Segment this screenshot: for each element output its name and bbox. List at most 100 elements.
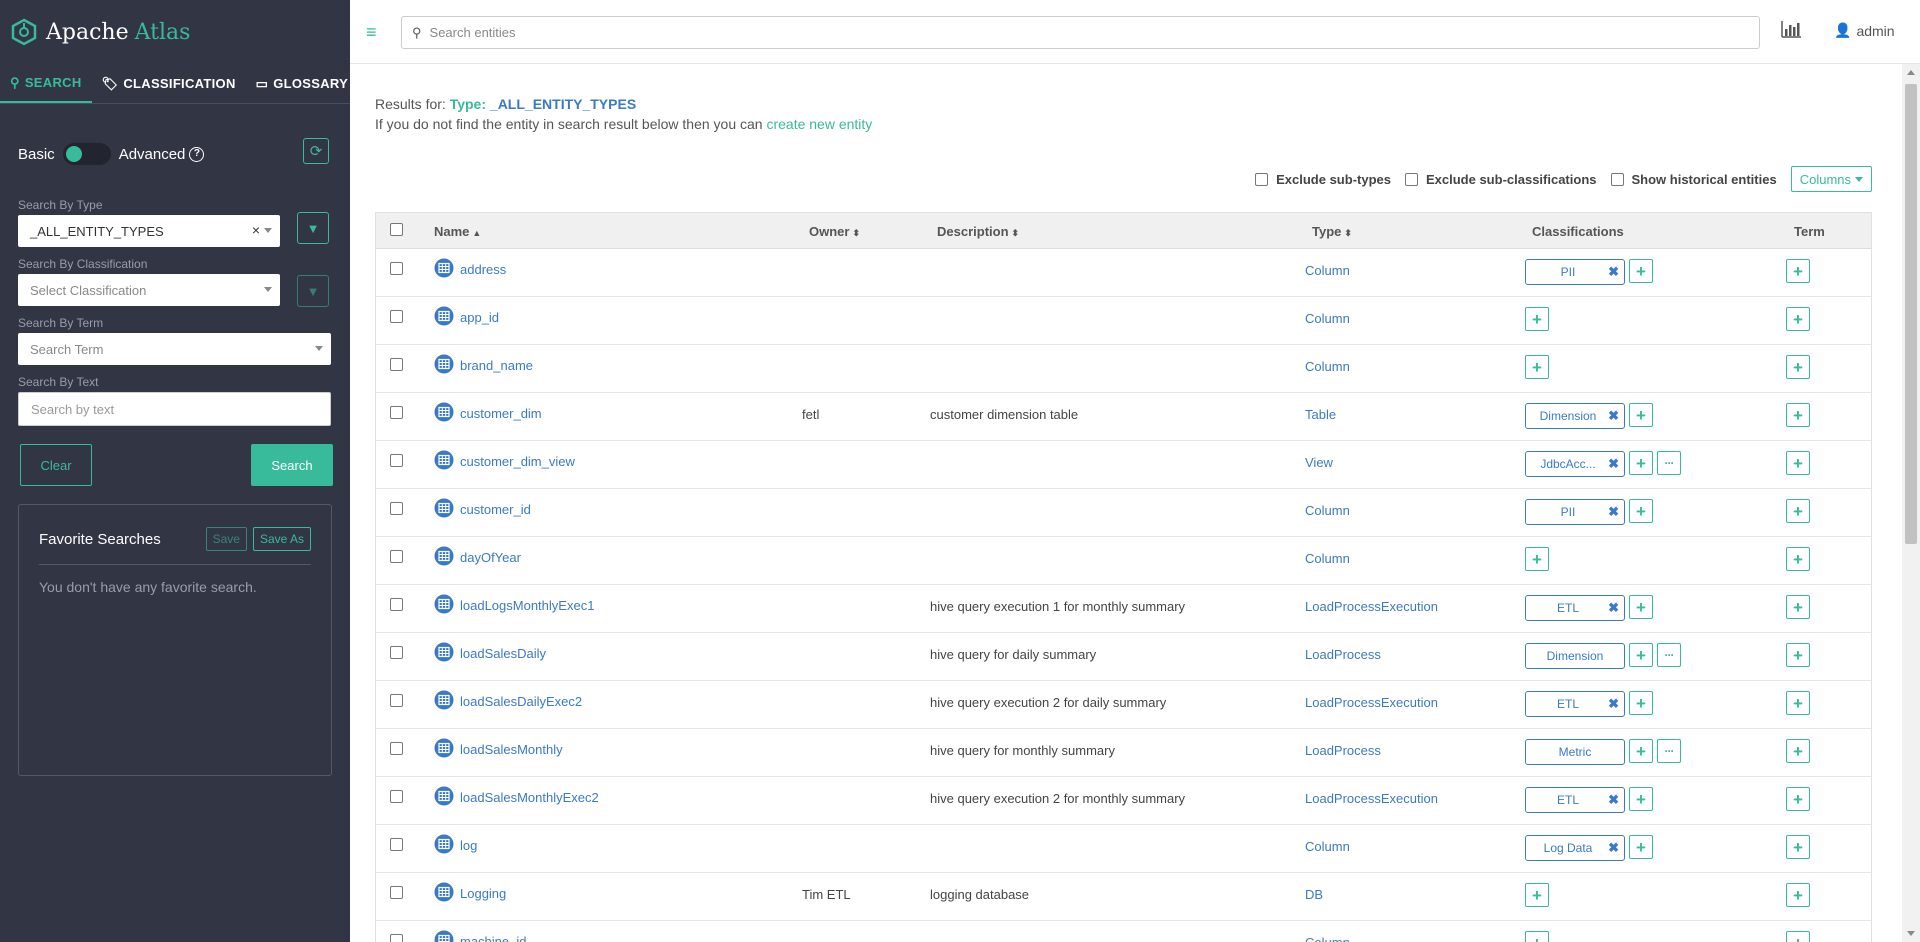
basic-advanced-toggle[interactable] — [62, 143, 111, 165]
entity-name[interactable]: machine_id — [460, 933, 527, 942]
more-classifications-button[interactable]: ··· — [1657, 643, 1681, 667]
entity-name[interactable]: loadSalesDailyExec2 — [460, 693, 582, 709]
table-row[interactable]: brand_name Column + + — [376, 345, 1871, 393]
term-select[interactable]: Search Term — [18, 333, 331, 365]
add-term-button[interactable]: + — [1786, 691, 1810, 715]
table-row[interactable]: loadSalesDaily hive query for daily summa… — [376, 633, 1871, 681]
entity-type-link[interactable]: Column — [1305, 825, 1350, 872]
table-row[interactable]: customer_id Column PII ✖ + + — [376, 489, 1871, 537]
entity-type-link[interactable]: LoadProcessExecution — [1305, 681, 1438, 728]
entity-name[interactable]: loadSalesMonthly — [460, 741, 563, 757]
classification-tag[interactable]: Dimension ✖ — [1525, 403, 1625, 429]
exclude-subclass-checkbox[interactable] — [1404, 172, 1418, 186]
add-term-button[interactable]: + — [1786, 883, 1810, 907]
remove-classification-icon[interactable]: ✖ — [1608, 792, 1619, 808]
show-historical-checkbox[interactable] — [1610, 172, 1624, 186]
row-checkbox[interactable] — [390, 393, 411, 440]
classification-tag[interactable]: Dimension — [1525, 643, 1625, 669]
entity-name-link[interactable]: customer_id — [434, 489, 531, 536]
entity-name-link[interactable]: machine_id — [434, 921, 527, 942]
add-classification-button[interactable]: + — [1629, 787, 1653, 811]
table-row[interactable]: address Column PII ✖ + + — [376, 249, 1871, 297]
entity-name-link[interactable]: loadSalesMonthlyExec2 — [434, 777, 599, 824]
row-checkbox[interactable] — [390, 825, 411, 872]
entity-name[interactable]: loadLogsMonthlyExec1 — [460, 597, 594, 613]
add-classification-button[interactable]: + — [1629, 451, 1653, 475]
entity-name-link[interactable]: loadSalesDaily — [434, 633, 546, 680]
entity-name[interactable]: address — [460, 261, 506, 277]
table-row[interactable]: loadSalesMonthly hive query for monthly s… — [376, 729, 1871, 777]
add-classification-button[interactable]: + — [1525, 355, 1549, 379]
add-term-button[interactable]: + — [1786, 355, 1810, 379]
column-owner[interactable]: Owner ⬍ — [809, 224, 860, 239]
row-checkbox[interactable] — [390, 729, 411, 776]
more-classifications-button[interactable]: ··· — [1657, 739, 1681, 763]
entity-type-link[interactable]: LoadProcess — [1305, 729, 1381, 776]
scroll-down-icon[interactable] — [1907, 931, 1915, 936]
entity-name-link[interactable]: app_id — [434, 297, 499, 344]
add-term-button[interactable]: + — [1786, 259, 1810, 283]
entity-type-link[interactable]: LoadProcess — [1305, 633, 1381, 680]
exclude-subclass-option[interactable]: Exclude sub-classifications — [1404, 172, 1597, 187]
scrollbar-thumb[interactable] — [1905, 84, 1917, 544]
row-checkbox[interactable] — [390, 345, 411, 392]
column-name[interactable]: Name ▲ — [434, 224, 481, 239]
table-row[interactable]: app_id Column + + — [376, 297, 1871, 345]
entity-type-link[interactable]: Column — [1305, 921, 1350, 942]
entity-name-link[interactable]: loadSalesDailyExec2 — [434, 681, 582, 728]
exclude-subtypes-option[interactable]: Exclude sub-types — [1255, 172, 1391, 187]
classification-tag[interactable]: ETL ✖ — [1525, 595, 1625, 621]
add-term-button[interactable]: + — [1786, 547, 1810, 571]
table-row[interactable]: loadSalesDailyExec2 hive query execution … — [376, 681, 1871, 729]
search-text-input[interactable] — [18, 392, 331, 426]
table-row[interactable]: log Column Log Data ✖ + + — [376, 825, 1871, 873]
add-term-button[interactable]: + — [1786, 403, 1810, 427]
tab-glossary[interactable]: ▭ GLOSSARY — [246, 64, 358, 103]
add-classification-button[interactable]: + — [1629, 403, 1653, 427]
tab-classification[interactable]: 🏷 CLASSIFICATION — [92, 64, 246, 103]
entity-type-link[interactable]: Table — [1305, 393, 1336, 440]
classification-filter-button[interactable]: ▼ — [297, 275, 329, 307]
entity-name-link[interactable]: dayOfYear — [434, 537, 521, 584]
add-term-button[interactable]: + — [1786, 499, 1810, 523]
scroll-up-icon[interactable] — [1907, 70, 1915, 75]
add-term-button[interactable]: + — [1786, 643, 1810, 667]
classification-tag[interactable]: PII ✖ — [1525, 499, 1625, 525]
entity-type-link[interactable]: Column — [1305, 297, 1350, 344]
entity-name-link[interactable]: log — [434, 825, 477, 872]
entity-name-link[interactable]: customer_dim — [434, 393, 542, 440]
entity-type-link[interactable]: Column — [1305, 537, 1350, 584]
add-classification-button[interactable]: + — [1629, 835, 1653, 859]
question-circle-icon[interactable]: ? — [189, 146, 205, 162]
entity-name[interactable]: customer_dim — [460, 405, 542, 421]
row-checkbox[interactable] — [390, 489, 411, 536]
table-row[interactable]: loadLogsMonthlyExec1 hive query execution… — [376, 585, 1871, 633]
classification-tag[interactable]: JdbcAcc... ✖ — [1525, 451, 1625, 477]
entity-name[interactable]: app_id — [460, 309, 499, 325]
entity-name[interactable]: dayOfYear — [460, 549, 521, 565]
entity-name-link[interactable]: loadSalesMonthly — [434, 729, 563, 776]
row-checkbox[interactable] — [390, 873, 411, 920]
remove-classification-icon[interactable]: ✖ — [1608, 504, 1619, 520]
entity-name[interactable]: customer_dim_view — [460, 453, 575, 469]
entity-name-link[interactable]: brand_name — [434, 345, 533, 392]
classification-select[interactable]: Select Classification — [18, 274, 280, 306]
entity-type-link[interactable]: Column — [1305, 345, 1350, 392]
add-term-button[interactable]: + — [1786, 307, 1810, 331]
add-classification-button[interactable]: + — [1629, 595, 1653, 619]
add-term-button[interactable]: + — [1786, 595, 1810, 619]
row-checkbox[interactable] — [390, 777, 411, 824]
add-term-button[interactable]: + — [1786, 931, 1810, 942]
type-filter-button[interactable]: ▼ — [297, 212, 329, 244]
classification-tag[interactable]: ETL ✖ — [1525, 691, 1625, 717]
row-checkbox[interactable] — [390, 441, 411, 488]
remove-classification-icon[interactable]: ✖ — [1608, 840, 1619, 856]
column-type[interactable]: Type ⬍ — [1312, 224, 1352, 239]
classification-tag[interactable]: ETL ✖ — [1525, 787, 1625, 813]
entity-name[interactable]: brand_name — [460, 357, 533, 373]
clear-button[interactable]: Clear — [20, 444, 92, 486]
save-as-favorite-button[interactable]: Save As — [252, 527, 311, 551]
search-button[interactable]: Search — [251, 444, 333, 486]
refresh-button[interactable]: ⟳ — [303, 138, 329, 164]
entity-type-link[interactable]: View — [1305, 441, 1333, 488]
